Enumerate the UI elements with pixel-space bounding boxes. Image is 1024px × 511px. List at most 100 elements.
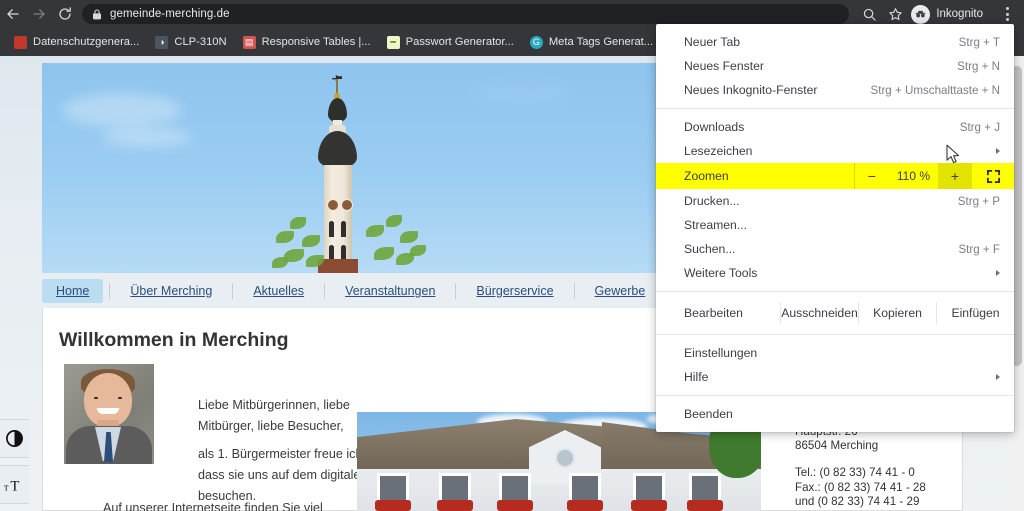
- window: [633, 473, 665, 503]
- menu-item-exit[interactable]: Beenden: [656, 402, 1014, 426]
- eye: [94, 397, 98, 399]
- menu-item-find[interactable]: Suchen... Strg + F: [656, 237, 1014, 261]
- menu-item-new-tab[interactable]: Neuer Tab Strg + T: [656, 30, 1014, 54]
- favicon-icon: ▤: [242, 35, 256, 49]
- lock-icon: [92, 8, 102, 20]
- edit-label: Bearbeiten: [684, 306, 743, 320]
- zoom-in-button[interactable]: +: [938, 163, 972, 189]
- nav-item-aktuelles[interactable]: Aktuelles: [239, 279, 318, 303]
- menu-item-new-window[interactable]: Neues Fenster Strg + N: [656, 54, 1014, 78]
- nav-item-gewerbe[interactable]: Gewerbe: [581, 279, 660, 303]
- nav-item-ueber-merching[interactable]: Über Merching: [116, 279, 226, 303]
- menu-separator: [656, 108, 1014, 109]
- menu-label: Weitere Tools: [684, 266, 758, 280]
- zoom-out-button[interactable]: −: [855, 163, 889, 189]
- favicon-icon: [14, 35, 27, 49]
- bookmark-item[interactable]: ━ Passwort Generator...: [381, 31, 520, 53]
- bookmark-label: Responsive Tables |...: [261, 36, 371, 48]
- menu-edit-row: Bearbeiten Ausschneiden Kopieren Einfüge…: [656, 298, 1014, 328]
- menu-item-help[interactable]: Hilfe: [656, 365, 1014, 389]
- menu-shortcut: Strg + F: [958, 242, 1000, 256]
- tree: [362, 211, 432, 273]
- page-title: Willkommen in Merching: [59, 329, 289, 351]
- window: [499, 473, 531, 503]
- nav-label: Gewerbe: [594, 284, 646, 298]
- copy-button[interactable]: Kopieren: [859, 298, 936, 328]
- dot: [1005, 18, 1009, 21]
- menu-item-zoom[interactable]: Zoomen − 110 % +: [656, 163, 1014, 189]
- nav-label: Home: [56, 284, 90, 298]
- profile-chip[interactable]: Inkognito: [909, 3, 992, 25]
- svg-text:T: T: [10, 478, 19, 494]
- nav-separator: [232, 283, 234, 299]
- nav-label: Veranstaltungen: [345, 284, 436, 298]
- contrast-toggle-icon[interactable]: [0, 419, 29, 458]
- chevron-right-icon: [996, 270, 1000, 276]
- contact-fax: Fax.: (0 82 33) 74 41 - 28: [795, 480, 926, 494]
- nav-item-home[interactable]: Home: [42, 279, 104, 303]
- menu-item-more-tools[interactable]: Weitere Tools: [656, 261, 1014, 285]
- nav-item-buergerservice[interactable]: Bürgerservice: [462, 279, 567, 303]
- address-bar[interactable]: gemeinde-merching.de: [82, 4, 850, 24]
- contact-fax-2: und (0 82 33) 74 41 - 29: [795, 495, 920, 508]
- favicon-icon: ━: [386, 35, 400, 49]
- bookmark-item[interactable]: ▤ Responsive Tables |...: [237, 31, 377, 53]
- paste-button[interactable]: Einfügen: [937, 298, 1014, 328]
- chevron-right-icon: [996, 148, 1000, 154]
- cut-button[interactable]: Ausschneiden: [781, 298, 858, 328]
- incognito-avatar-icon: [911, 4, 931, 24]
- chevron-right-icon: [996, 374, 1000, 380]
- menu-item-downloads[interactable]: Downloads Strg + J: [656, 115, 1014, 139]
- nav-label: Über Merching: [130, 284, 213, 298]
- star-icon[interactable]: [883, 2, 907, 26]
- eye: [118, 397, 122, 399]
- favicon-icon: G: [529, 35, 543, 49]
- bookmark-item[interactable]: ◑ CLP-310N: [149, 31, 232, 53]
- menu-separator: [656, 334, 1014, 335]
- clock-face: [341, 199, 353, 211]
- bookmark-label: CLP-310N: [174, 36, 227, 48]
- bookmark-label: Passwort Generator...: [405, 36, 514, 48]
- window: [689, 473, 721, 503]
- menu-shortcut: Strg + T: [958, 35, 1000, 49]
- menu-item-print[interactable]: Drucken... Strg + P: [656, 189, 1014, 213]
- menu-item-bookmarks[interactable]: Lesezeichen: [656, 139, 1014, 163]
- menu-item-new-incognito-window[interactable]: Neues Inkognito-Fenster Strg + Umschaltt…: [656, 78, 1014, 102]
- window: [569, 473, 601, 503]
- fullscreen-icon[interactable]: [972, 163, 1014, 189]
- nav-label: Bürgerservice: [476, 284, 554, 298]
- menu-label: Neuer Tab: [684, 35, 741, 49]
- nav-separator: [455, 283, 457, 299]
- menu-label: Neues Inkognito-Fenster: [684, 83, 818, 97]
- window: [377, 473, 409, 503]
- nav-separator: [324, 283, 326, 299]
- menu-shortcut: Strg + Umschalttaste + N: [870, 83, 1000, 97]
- menu-item-cast[interactable]: Streamen...: [656, 213, 1014, 237]
- menu-label: Drucken...: [684, 194, 740, 208]
- onion-dome-small: [328, 98, 347, 122]
- clock-face: [327, 199, 339, 211]
- nav-item-veranstaltungen[interactable]: Veranstaltungen: [331, 279, 449, 303]
- bookmark-item[interactable]: G Meta Tags Generat...: [524, 31, 659, 53]
- back-button[interactable]: [0, 1, 26, 27]
- oculus-window: [555, 448, 575, 468]
- dot: [1005, 7, 1009, 10]
- menu-label: Hilfe: [684, 370, 709, 384]
- flower-box: [437, 500, 473, 511]
- forward-button[interactable]: [26, 1, 52, 27]
- menu-label: Einstellungen: [684, 346, 758, 360]
- tree: [270, 211, 340, 273]
- search-icon[interactable]: [857, 2, 881, 26]
- dot: [1005, 12, 1009, 16]
- accessibility-toolbar: тT: [0, 419, 29, 504]
- zoom-controls: − 110 % +: [853, 163, 1014, 189]
- cloud: [62, 93, 182, 127]
- menu-item-settings[interactable]: Einstellungen: [656, 341, 1014, 365]
- nav-label: Aktuelles: [253, 284, 305, 298]
- menu-separator: [656, 291, 1014, 292]
- reload-button[interactable]: [52, 1, 78, 27]
- favicon-icon: ◑: [155, 35, 169, 49]
- text-size-icon[interactable]: тT: [0, 465, 29, 504]
- flower-box: [631, 500, 667, 511]
- bookmark-item[interactable]: Datenschutzgenera...: [8, 31, 145, 53]
